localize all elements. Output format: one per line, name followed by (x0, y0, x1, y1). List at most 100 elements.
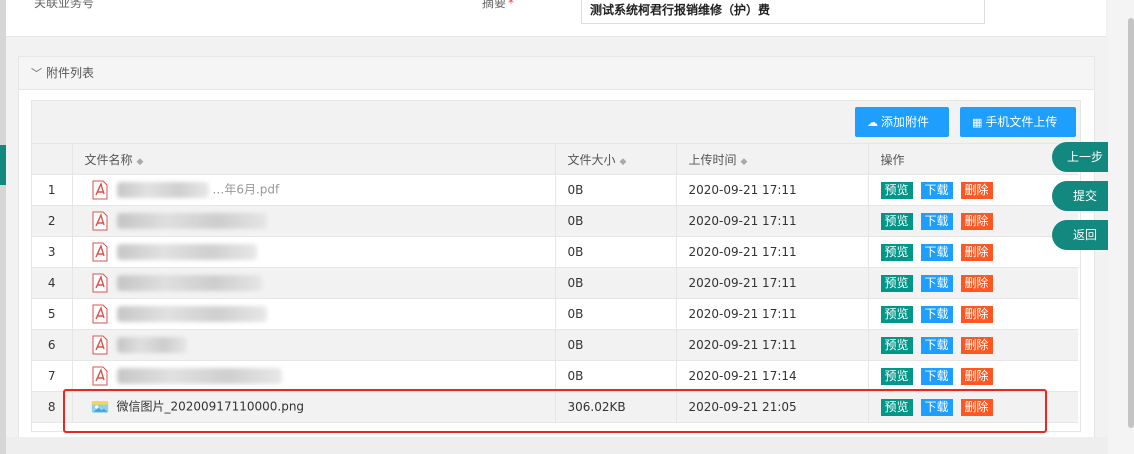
table-toolbar: ☁ 添加附件 ▦ 手机文件上传 (32, 101, 1080, 144)
summary-label-text: 摘要 (482, 0, 507, 10)
ops-cell: 预览 下载 删除 (868, 360, 1078, 392)
download-button[interactable]: 下载 (920, 274, 953, 292)
preview-button[interactable]: 预览 (880, 181, 913, 199)
ops-cell: 预览 下载 删除 (868, 329, 1078, 361)
delete-button[interactable]: 删除 (960, 367, 993, 385)
header-ops: 操作 (868, 144, 1078, 175)
mobile-upload-button[interactable]: ▦ 手机文件上传 (960, 107, 1076, 137)
upload-time: 2020-09-21 17:11 (688, 276, 797, 290)
pdf-file-icon (92, 335, 107, 355)
download-button[interactable]: 下载 (920, 181, 953, 199)
attachment-table: 文件名称 ◆ 文件大小 ◆ 上传时间 ◆ 操作 1 …年6月.pdf 0B 2020-09… (32, 144, 1078, 423)
qrcode-icon: ▦ (972, 116, 983, 129)
upload-time: 2020-09-21 17:11 (688, 214, 797, 228)
file-name-cell (72, 329, 556, 361)
preview-button[interactable]: 预览 (880, 212, 913, 230)
attachment-panel: ﹀ 附件列表 ☁ 添加附件 ▦ 手机文件上传 文件名称 ◆ 文件大小 ◆ 上传时间 ◆ 操作… (18, 56, 1095, 438)
redacted-file-name (116, 275, 262, 291)
file-size: 306.02KB (567, 400, 626, 414)
file-name-cell (72, 267, 556, 299)
upload-time: 2020-09-21 17:11 (688, 307, 797, 321)
delete-button[interactable]: 删除 (960, 398, 993, 416)
redacted-file-name (116, 213, 267, 229)
file-size-cell: 0B (555, 174, 677, 206)
preview-button[interactable]: 预览 (880, 367, 913, 385)
sort-icon[interactable]: ◆ (137, 157, 144, 167)
header-ops-label: 操作 (880, 152, 905, 167)
row-index: 7 (32, 360, 73, 392)
delete-button[interactable]: 删除 (960, 274, 993, 292)
table-row: 2 0B 2020-09-21 17:11 预览 下载 删除 (32, 205, 1078, 237)
table-row: 3 0B 2020-09-21 17:11 预览 下载 删除 (32, 236, 1078, 268)
upload-time: 2020-09-21 21:05 (688, 400, 797, 414)
summary-input[interactable]: 测试系统柯君行报销维修（护）费 (581, 0, 985, 24)
delete-button[interactable]: 删除 (960, 243, 993, 261)
file-name-cell: …年6月.pdf (72, 174, 556, 206)
table-row: 1 …年6月.pdf 0B 2020-09-21 17:11 预览 下载 删除 (32, 174, 1078, 206)
file-size-cell: 0B (555, 205, 677, 237)
file-name[interactable]: …年6月.pdf (212, 183, 279, 197)
file-size-cell: 0B (555, 329, 677, 361)
panel-title: 附件列表 (46, 66, 95, 80)
preview-button[interactable]: 预览 (880, 243, 913, 261)
summary-label: 摘要 * (482, 0, 514, 11)
ops-cell: 预览 下载 删除 (868, 236, 1078, 268)
header-name-label: 文件名称 (84, 152, 133, 167)
file-size: 0B (567, 338, 584, 352)
delete-button[interactable]: 删除 (960, 336, 993, 354)
cloud-upload-icon: ☁ (867, 116, 878, 129)
upload-time: 2020-09-21 17:11 (688, 338, 797, 352)
pdf-file-icon (92, 242, 107, 262)
chevron-down-icon[interactable]: ﹀ (31, 58, 42, 90)
file-size: 0B (567, 183, 584, 197)
add-attachment-label: 添加附件 (881, 115, 930, 129)
redacted-file-name (116, 337, 187, 353)
file-size-cell: 0B (555, 267, 677, 299)
scrollbar-thumb[interactable] (1128, 18, 1134, 428)
row-index: 1 (32, 174, 73, 206)
file-size: 0B (567, 245, 584, 259)
download-button[interactable]: 下载 (920, 305, 953, 323)
add-attachment-button[interactable]: ☁ 添加附件 (855, 107, 949, 137)
file-size: 0B (567, 214, 584, 228)
row-index: 5 (32, 298, 73, 330)
preview-button[interactable]: 预览 (880, 398, 913, 416)
file-name[interactable]: 微信图片_20200917110000.png (117, 400, 305, 414)
preview-button[interactable]: 预览 (880, 305, 913, 323)
file-name-cell: 微信图片_20200917110000.png (72, 391, 556, 423)
redacted-file-name (116, 182, 209, 198)
header-time[interactable]: 上传时间 ◆ (676, 144, 869, 175)
file-name-cell (72, 236, 556, 268)
panel-header[interactable]: ﹀ 附件列表 (19, 57, 1094, 90)
upload-time-cell: 2020-09-21 17:11 (676, 174, 869, 206)
file-size: 0B (567, 369, 584, 383)
related-number-label: 关联业务号 (34, 0, 95, 10)
pdf-file-icon (92, 180, 107, 200)
preview-button[interactable]: 预览 (880, 336, 913, 354)
row-index: 4 (32, 267, 73, 299)
table-row: 8 微信图片_20200917110000.png 306.02KB 2020-09-… (32, 391, 1078, 423)
download-button[interactable]: 下载 (920, 243, 953, 261)
scrollbar[interactable] (1108, 0, 1134, 454)
download-button[interactable]: 下载 (920, 398, 953, 416)
download-button[interactable]: 下载 (920, 336, 953, 354)
file-size-cell: 306.02KB (555, 391, 677, 423)
download-button[interactable]: 下载 (920, 367, 953, 385)
ops-cell: 预览 下载 删除 (868, 391, 1078, 423)
header-name[interactable]: 文件名称 ◆ (72, 144, 556, 175)
sort-icon[interactable]: ◆ (741, 157, 748, 167)
table-body: 1 …年6月.pdf 0B 2020-09-21 17:11 预览 下载 删除 2 0B 202… (32, 174, 1078, 423)
header-size[interactable]: 文件大小 ◆ (555, 144, 677, 175)
sort-icon[interactable]: ◆ (620, 157, 627, 167)
file-size-cell: 0B (555, 360, 677, 392)
table-row: 6 0B 2020-09-21 17:11 预览 下载 删除 (32, 329, 1078, 361)
delete-button[interactable]: 删除 (960, 212, 993, 230)
preview-button[interactable]: 预览 (880, 274, 913, 292)
delete-button[interactable]: 删除 (960, 305, 993, 323)
table-header-row: 文件名称 ◆ 文件大小 ◆ 上传时间 ◆ 操作 (32, 144, 1078, 175)
row-index: 2 (32, 205, 73, 237)
upload-time: 2020-09-21 17:11 (688, 245, 797, 259)
download-button[interactable]: 下载 (920, 212, 953, 230)
delete-button[interactable]: 删除 (960, 181, 993, 199)
ops-cell: 预览 下载 删除 (868, 205, 1078, 237)
